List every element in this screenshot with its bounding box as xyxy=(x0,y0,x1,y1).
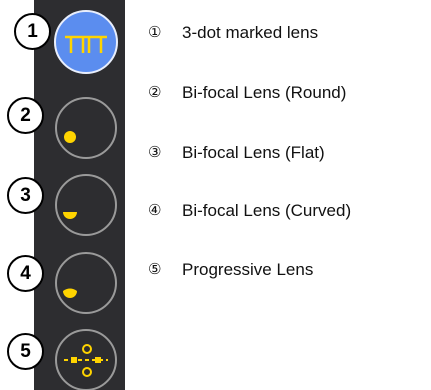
bifocal-flat-icon xyxy=(55,174,117,236)
bifocal-curved-icon xyxy=(55,252,117,314)
lens-button-bifocal-flat[interactable] xyxy=(53,172,119,238)
lens-button-3-dot[interactable] xyxy=(53,9,119,75)
legend-label: 3-dot marked lens xyxy=(182,23,319,42)
bifocal-round-icon xyxy=(55,97,117,159)
legend-item-5: ⑤ Progressive Lens xyxy=(148,260,313,280)
legend-number: ④ xyxy=(148,201,162,219)
legend-number: ⑤ xyxy=(148,260,162,278)
lens-button-progressive[interactable] xyxy=(53,327,119,390)
badge-4: 4 xyxy=(7,255,44,292)
legend-number: ① xyxy=(148,23,162,41)
lens-button-bifocal-curved[interactable] xyxy=(53,250,119,316)
badge-5: 5 xyxy=(7,333,44,370)
legend-item-4: ④ Bi-focal Lens (Curved) xyxy=(148,201,351,221)
legend-number: ② xyxy=(148,83,162,101)
legend-item-3: ③ Bi-focal Lens (Flat) xyxy=(148,143,325,163)
legend-number: ③ xyxy=(148,143,162,161)
lens-button-bifocal-round[interactable] xyxy=(53,95,119,161)
three-dot-lens-icon xyxy=(54,10,118,74)
legend-label: Progressive Lens xyxy=(182,260,314,279)
legend-label: Bi-focal Lens (Round) xyxy=(182,83,347,102)
badge-2: 2 xyxy=(7,97,44,134)
legend-label: Bi-focal Lens (Flat) xyxy=(182,143,325,162)
badge-3: 3 xyxy=(7,177,44,214)
progressive-lens-icon xyxy=(55,329,117,390)
legend-item-1: ① 3-dot marked lens xyxy=(148,23,318,43)
lens-type-reference: 1 2 3 4 5 ① 3-dot marked lens ② Bi-focal L… xyxy=(0,0,431,390)
legend-item-2: ② Bi-focal Lens (Round) xyxy=(148,83,346,103)
legend-label: Bi-focal Lens (Curved) xyxy=(182,201,352,220)
badge-1: 1 xyxy=(14,13,51,50)
